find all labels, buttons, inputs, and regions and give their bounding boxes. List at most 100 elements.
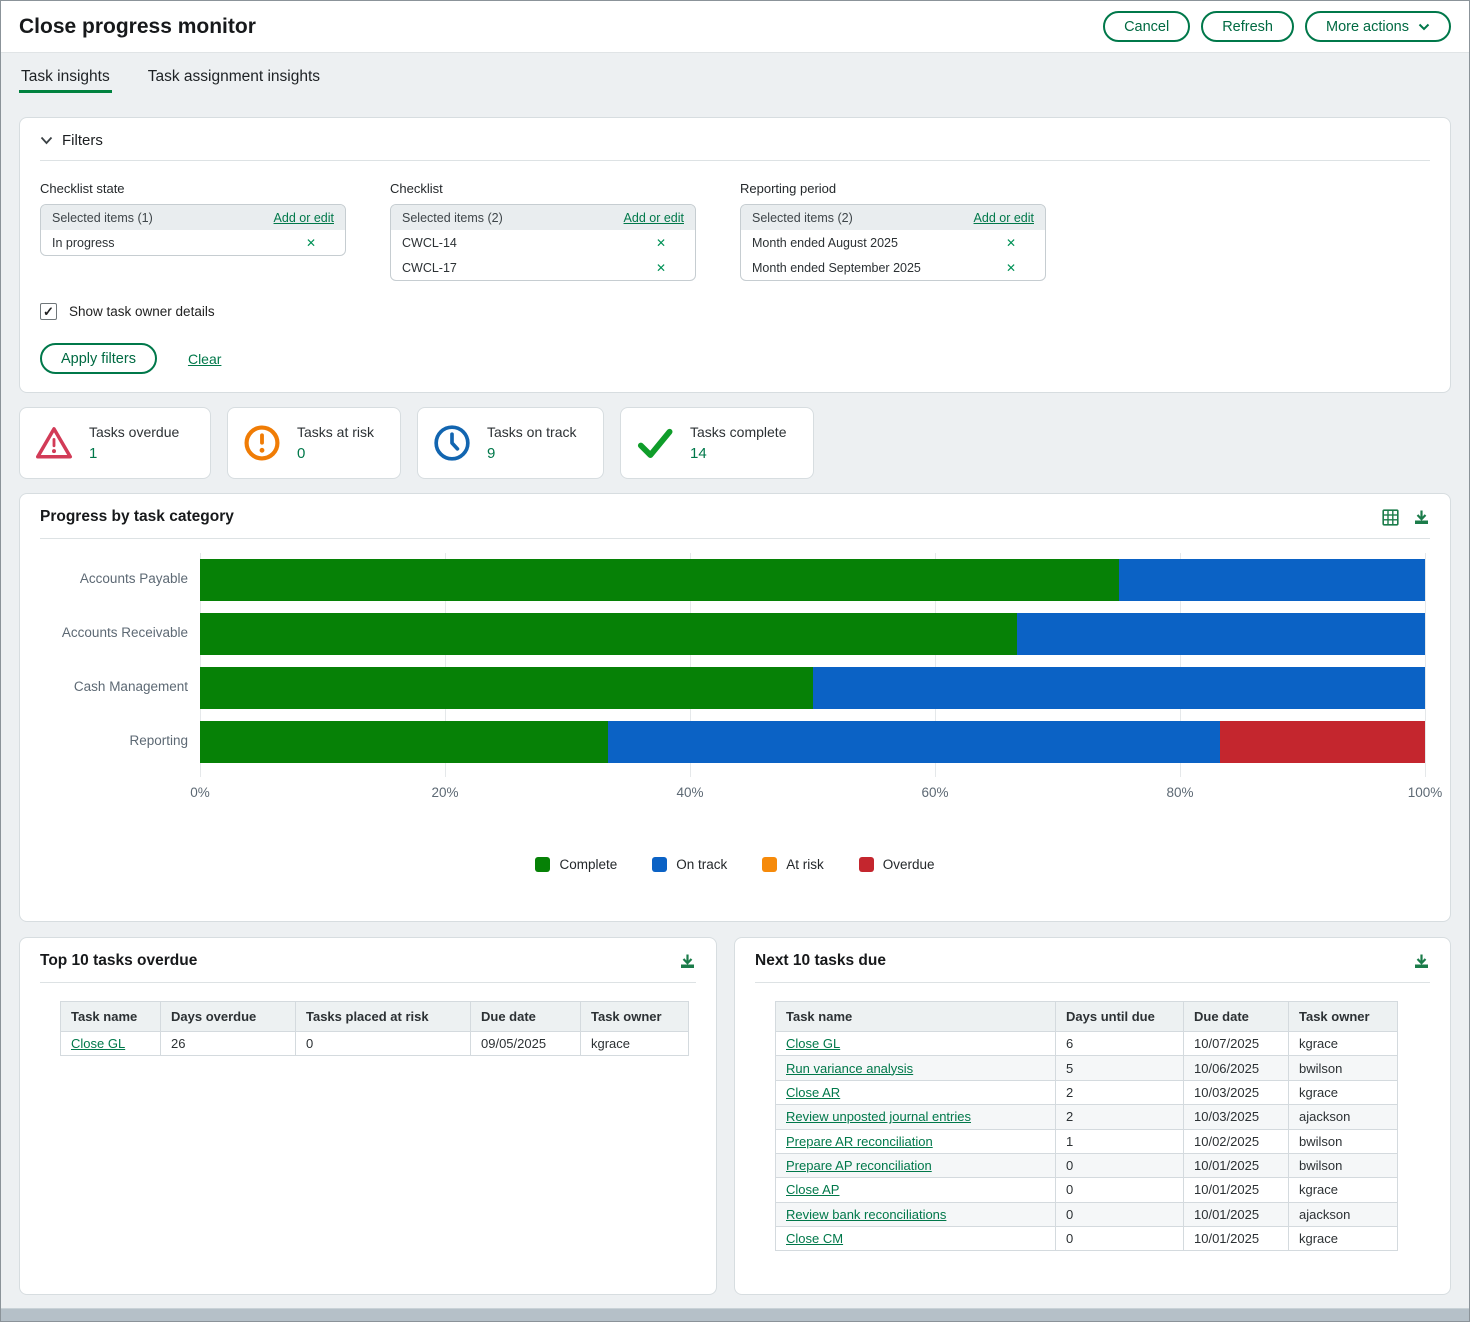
stat-label: Tasks complete <box>690 424 786 440</box>
stat-cards-row: Tasks overdue 1 Tasks at risk 0 Tasks on… <box>19 407 1451 479</box>
stat-value: 9 <box>487 445 576 462</box>
stat-value: 1 <box>89 445 179 462</box>
bar-segment <box>1220 721 1425 763</box>
more-actions-button[interactable]: More actions <box>1305 11 1451 42</box>
add-or-edit-link[interactable]: Add or edit <box>624 211 684 225</box>
table-row: Close CM010/01/2025kgrace <box>776 1227 1398 1251</box>
legend-item[interactable]: On track <box>652 857 727 872</box>
selected-items-box: Selected items (1) Add or edit In progre… <box>40 204 346 256</box>
column-header: Due date <box>471 1002 581 1032</box>
chart-title-row: Progress by task category <box>40 508 1430 539</box>
legend-item[interactable]: Overdue <box>859 857 935 872</box>
tab-task-insights[interactable]: Task insights <box>21 53 110 101</box>
selected-items-count: Selected items (1) <box>52 211 153 225</box>
table-cell: 10/01/2025 <box>1184 1202 1289 1226</box>
refresh-button-label: Refresh <box>1222 19 1273 35</box>
checkmark-icon <box>635 423 675 463</box>
selected-items-box: Selected items (2) Add or edit Month end… <box>740 204 1046 281</box>
table-cell: bwilson <box>1289 1056 1398 1080</box>
selected-item-label: CWCL-14 <box>402 236 457 250</box>
clear-filters-link[interactable]: Clear <box>188 351 221 367</box>
table-cell: 0 <box>296 1032 471 1056</box>
bar-segment <box>1017 613 1425 655</box>
legend-item[interactable]: Complete <box>535 857 617 872</box>
table-cell: 5 <box>1056 1056 1184 1080</box>
progress-by-task-category-panel: Progress by task category <box>19 493 1451 922</box>
table-cell: kgrace <box>1289 1080 1398 1104</box>
task-name-link[interactable]: Prepare AP reconciliation <box>786 1158 932 1173</box>
table-cell: 10/03/2025 <box>1184 1105 1289 1129</box>
y-axis-category-label: Accounts Payable <box>40 571 188 586</box>
chart-title: Progress by task category <box>40 508 234 526</box>
task-name-link[interactable]: Review unposted journal entries <box>786 1109 971 1124</box>
tab-task-assignment-insights[interactable]: Task assignment insights <box>148 53 320 101</box>
stat-label: Tasks on track <box>487 424 576 440</box>
table-cell: bwilson <box>1289 1153 1398 1177</box>
selected-item-row: Month ended August 2025 ✕ <box>741 230 1045 255</box>
table-cell: 10/07/2025 <box>1184 1032 1289 1056</box>
table-cell: kgrace <box>1289 1227 1398 1251</box>
refresh-button[interactable]: Refresh <box>1201 11 1294 42</box>
task-name-link[interactable]: Run variance analysis <box>786 1061 913 1076</box>
category-bar <box>200 721 1425 763</box>
stat-value: 14 <box>690 445 786 462</box>
legend-label: At risk <box>786 857 824 872</box>
legend-item[interactable]: At risk <box>762 857 824 872</box>
table-cell: 1 <box>1056 1129 1184 1153</box>
table-cell: 0 <box>1056 1227 1184 1251</box>
stacked-bar-chart: 0%20%40%60%80%100%Accounts PayableAccoun… <box>40 547 1430 899</box>
cancel-button[interactable]: Cancel <box>1103 11 1190 42</box>
selected-items-box: Selected items (2) Add or edit CWCL-14 ✕… <box>390 204 696 281</box>
remove-item-icon[interactable]: ✕ <box>1006 262 1016 274</box>
task-name-link[interactable]: Close GL <box>786 1036 840 1051</box>
stat-label: Tasks overdue <box>89 424 179 440</box>
horizontal-scrollbar[interactable] <box>1 1308 1469 1321</box>
task-name-link[interactable]: Close AP <box>786 1182 839 1197</box>
filter-group: Checklist Selected items (2) Add or edit… <box>390 181 696 281</box>
task-name-link[interactable]: Close GL <box>71 1036 125 1051</box>
table-cell: kgrace <box>581 1032 689 1056</box>
remove-item-icon[interactable]: ✕ <box>656 262 666 274</box>
task-name-link[interactable]: Close AR <box>786 1085 840 1100</box>
filter-group: Checklist state Selected items (1) Add o… <box>40 181 346 281</box>
table-cell: ajackson <box>1289 1202 1398 1226</box>
remove-item-icon[interactable]: ✕ <box>656 237 666 249</box>
show-task-owner-details-checkbox[interactable]: ✓ <box>40 303 57 320</box>
content: Filters Checklist state Selected items (… <box>1 117 1469 1295</box>
filters-title: Filters <box>62 132 103 149</box>
overdue-table-wrap: Task nameDays overdueTasks placed at ris… <box>60 1001 696 1056</box>
download-icon[interactable] <box>1413 953 1430 970</box>
task-name-link[interactable]: Close CM <box>786 1231 843 1246</box>
table-cell: 0 <box>1056 1153 1184 1177</box>
apply-filters-button[interactable]: Apply filters <box>40 343 157 374</box>
x-axis-tick-label: 20% <box>405 785 485 800</box>
next-10-tasks-due-panel: Next 10 tasks due Task nameDays until du… <box>734 937 1451 1295</box>
remove-item-icon[interactable]: ✕ <box>1006 237 1016 249</box>
column-header: Tasks placed at risk <box>296 1002 471 1032</box>
download-icon[interactable] <box>679 953 696 970</box>
selected-item-row: CWCL-17 ✕ <box>391 255 695 280</box>
download-icon[interactable] <box>1413 509 1430 526</box>
bar-segment <box>813 667 1426 709</box>
selected-item-row: Month ended September 2025 ✕ <box>741 255 1045 280</box>
task-name-link[interactable]: Prepare AR reconciliation <box>786 1134 933 1149</box>
selected-item-label: Month ended August 2025 <box>752 236 898 250</box>
add-or-edit-link[interactable]: Add or edit <box>974 211 1034 225</box>
stat-card: Tasks at risk 0 <box>227 407 401 479</box>
selected-items-count: Selected items (2) <box>402 211 503 225</box>
task-name-link[interactable]: Review bank reconciliations <box>786 1207 946 1222</box>
remove-item-icon[interactable]: ✕ <box>306 237 316 249</box>
table-icon[interactable] <box>1382 509 1399 526</box>
add-or-edit-link[interactable]: Add or edit <box>274 211 334 225</box>
exclamation-circle-icon <box>242 423 282 463</box>
selected-item-row: CWCL-14 ✕ <box>391 230 695 255</box>
selected-item-label: In progress <box>52 236 115 250</box>
selected-item-label: CWCL-17 <box>402 261 457 275</box>
tab-label: Task assignment insights <box>148 68 320 86</box>
stat-value: 0 <box>297 445 374 462</box>
filters-collapse-toggle[interactable]: Filters <box>40 132 1430 161</box>
header: Close progress monitor Cancel Refresh Mo… <box>1 1 1469 53</box>
table-row: Prepare AR reconciliation110/02/2025bwil… <box>776 1129 1398 1153</box>
x-axis-tick-label: 100% <box>1385 785 1465 800</box>
tab-bar: Task insights Task assignment insights <box>1 53 1469 101</box>
